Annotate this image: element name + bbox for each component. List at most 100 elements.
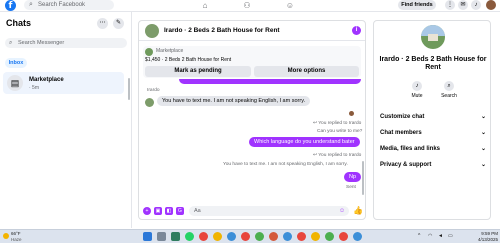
mark-as-pending-button[interactable]: Mark as pending bbox=[145, 66, 251, 77]
sender-name: Irardo bbox=[147, 88, 160, 93]
reply-label: ↩ You replied to Irardo bbox=[313, 121, 362, 126]
chat-title[interactable]: Irardo · 2 Beds 2 Bath House for Rent bbox=[164, 27, 280, 34]
quoted-message: Can you write to me? bbox=[317, 129, 363, 134]
groups-icon[interactable]: ☺ bbox=[283, 0, 297, 11]
chrome-icon[interactable] bbox=[199, 232, 208, 241]
conversation-marketplace[interactable]: ▤ Marketplace · 5m bbox=[3, 72, 124, 94]
quoted-message: You have to text me. I am not speaking E… bbox=[223, 162, 348, 167]
home-icon[interactable]: ⌂ bbox=[198, 0, 212, 11]
notifications-icon[interactable]: ♪ bbox=[471, 0, 481, 10]
chat-window: Irardo · 2 Beds 2 Bath House for Rent i … bbox=[138, 20, 366, 220]
start-icon[interactable] bbox=[143, 232, 152, 241]
mute-label: Mute bbox=[411, 93, 423, 99]
privacy-support-row[interactable]: Privacy & support ⌄ bbox=[380, 160, 486, 170]
outgoing-message-partial bbox=[179, 79, 361, 84]
sender-avatar[interactable] bbox=[145, 98, 154, 107]
sent-status: Sent bbox=[346, 185, 356, 190]
chrome-profile-icon[interactable] bbox=[213, 232, 222, 241]
details-title: Irardo · 2 Beds 2 Bath House for Rent bbox=[379, 56, 487, 71]
whatsapp-icon[interactable] bbox=[185, 232, 194, 241]
chat-details-panel: Irardo · 2 Beds 2 Bath House for Rent ♪ … bbox=[373, 20, 491, 220]
gif-icon[interactable]: G bbox=[176, 207, 184, 215]
chrome-profile-icon[interactable] bbox=[297, 232, 306, 241]
more-options-button[interactable]: More options bbox=[254, 66, 359, 77]
chrome-profile-icon[interactable] bbox=[353, 232, 362, 241]
tab-inbox[interactable]: Inbox bbox=[5, 58, 27, 68]
sun-icon bbox=[3, 233, 9, 239]
chevron-down-icon: ⌄ bbox=[480, 146, 486, 152]
new-message-button[interactable]: ✎ bbox=[113, 18, 124, 29]
search-icon: ⌕ bbox=[444, 81, 454, 91]
chevron-down-icon: ⌄ bbox=[480, 114, 486, 120]
chrome-profile-icon[interactable] bbox=[283, 232, 292, 241]
chats-options-button[interactable]: ⋯ bbox=[97, 18, 108, 29]
friends-icon[interactable]: ⚇ bbox=[240, 0, 254, 11]
info-icon[interactable]: i bbox=[352, 26, 361, 35]
outgoing-message[interactable]: Which language do you understand bater bbox=[249, 137, 360, 147]
top-bar: f ⌕ Search Facebook ⌂ ⚇ ☺ Find friends ⋮… bbox=[0, 0, 500, 12]
listing-category: Marketplace bbox=[156, 48, 184, 54]
reply-label: ↩ You replied to Irardo bbox=[313, 153, 362, 158]
message-list: Irardo You have to text me. I am not spe… bbox=[139, 79, 365, 203]
chrome-profile-icon[interactable] bbox=[339, 232, 348, 241]
profile-avatar[interactable] bbox=[486, 0, 496, 10]
listing-photo[interactable] bbox=[421, 25, 445, 49]
facebook-search-input[interactable]: ⌕ Search Facebook bbox=[24, 0, 114, 10]
widgets-icon[interactable] bbox=[171, 232, 180, 241]
messenger-search-placeholder: Search Messenger bbox=[18, 40, 65, 46]
listing-thumbnail[interactable] bbox=[145, 48, 153, 56]
facebook-logo[interactable]: f bbox=[5, 0, 16, 11]
tray-chevron-icon[interactable]: ^ bbox=[418, 233, 420, 240]
chat-members-row[interactable]: Chat members ⌄ bbox=[380, 128, 486, 138]
sticker-icon[interactable]: ◧ bbox=[165, 207, 173, 215]
messenger-icon[interactable]: ✉ bbox=[458, 0, 468, 10]
chat-avatar[interactable] bbox=[145, 24, 159, 38]
photo-icon[interactable]: ▣ bbox=[154, 207, 162, 215]
windows-taskbar: 66°F Haze ^ ◠ ◄ ▭ 9:59 PM 4/13/2025 bbox=[0, 229, 500, 243]
messenger-search-input[interactable]: ⌕ Search Messenger bbox=[5, 38, 127, 48]
message-input-placeholder: Aa bbox=[194, 208, 201, 214]
chevron-down-icon: ⌄ bbox=[480, 162, 486, 168]
chrome-profile-icon[interactable] bbox=[269, 232, 278, 241]
chats-title: Chats bbox=[6, 18, 32, 28]
store-icon: ▤ bbox=[7, 75, 23, 91]
outgoing-message[interactable]: Np bbox=[344, 172, 362, 182]
seen-indicator bbox=[349, 111, 354, 116]
chrome-profile-icon[interactable] bbox=[255, 232, 264, 241]
chat-scrollbar[interactable] bbox=[362, 161, 364, 195]
chrome-profile-icon[interactable] bbox=[311, 232, 320, 241]
chrome-profile-icon[interactable] bbox=[227, 232, 236, 241]
like-icon[interactable]: 👍 bbox=[353, 206, 363, 216]
media-files-links-row[interactable]: Media, files and links ⌄ bbox=[380, 144, 486, 154]
chat-header: Irardo · 2 Beds 2 Bath House for Rent i bbox=[139, 21, 365, 41]
volume-icon[interactable]: ◄ bbox=[438, 233, 443, 240]
find-friends-button[interactable]: Find friends bbox=[398, 0, 436, 10]
chrome-profile-icon[interactable] bbox=[241, 232, 250, 241]
search-icon: ⌕ bbox=[9, 40, 13, 46]
message-input[interactable]: Aa bbox=[189, 206, 349, 216]
mute-button[interactable]: ♪ Mute bbox=[404, 81, 430, 99]
bell-icon: ♪ bbox=[412, 81, 422, 91]
weather-condition: Haze bbox=[11, 237, 22, 242]
plus-icon[interactable]: + bbox=[143, 207, 151, 215]
chevron-down-icon: ⌄ bbox=[480, 130, 486, 136]
listing-price[interactable]: $1,450 · 2 Beds 2 Bath House for Rent bbox=[145, 57, 231, 63]
search-conversation-button[interactable]: ⌕ Search bbox=[436, 81, 462, 99]
search-icon: ⌕ bbox=[29, 1, 33, 8]
emoji-icon[interactable]: ☺ bbox=[339, 207, 345, 215]
customize-chat-row[interactable]: Customize chat ⌄ bbox=[380, 112, 486, 122]
message-composer: + ▣ ◧ G Aa ☺ 👍 bbox=[139, 203, 365, 219]
facebook-search-placeholder: Search Facebook bbox=[38, 2, 86, 8]
clock-date: 4/13/2025 bbox=[477, 237, 498, 242]
chats-sidebar: Chats ⋯ ✎ ⌕ Search Messenger Inbox ▤ Mar… bbox=[0, 12, 132, 228]
wifi-icon[interactable]: ◠ bbox=[428, 233, 432, 240]
sidebar-scrollbar[interactable] bbox=[128, 78, 130, 100]
system-clock[interactable]: 9:59 PM 4/13/2025 bbox=[462, 231, 498, 243]
search-icon[interactable] bbox=[157, 232, 166, 241]
battery-icon[interactable]: ▭ bbox=[448, 233, 453, 240]
conversation-name: Marketplace bbox=[29, 77, 64, 83]
menu-icon[interactable]: ⋮ bbox=[445, 0, 455, 10]
incoming-message[interactable]: You have to text me. I am not speaking E… bbox=[157, 96, 311, 106]
chrome-profile-icon[interactable] bbox=[325, 232, 334, 241]
listing-card: Marketplace $1,450 · 2 Beds 2 Bath House… bbox=[143, 46, 361, 78]
